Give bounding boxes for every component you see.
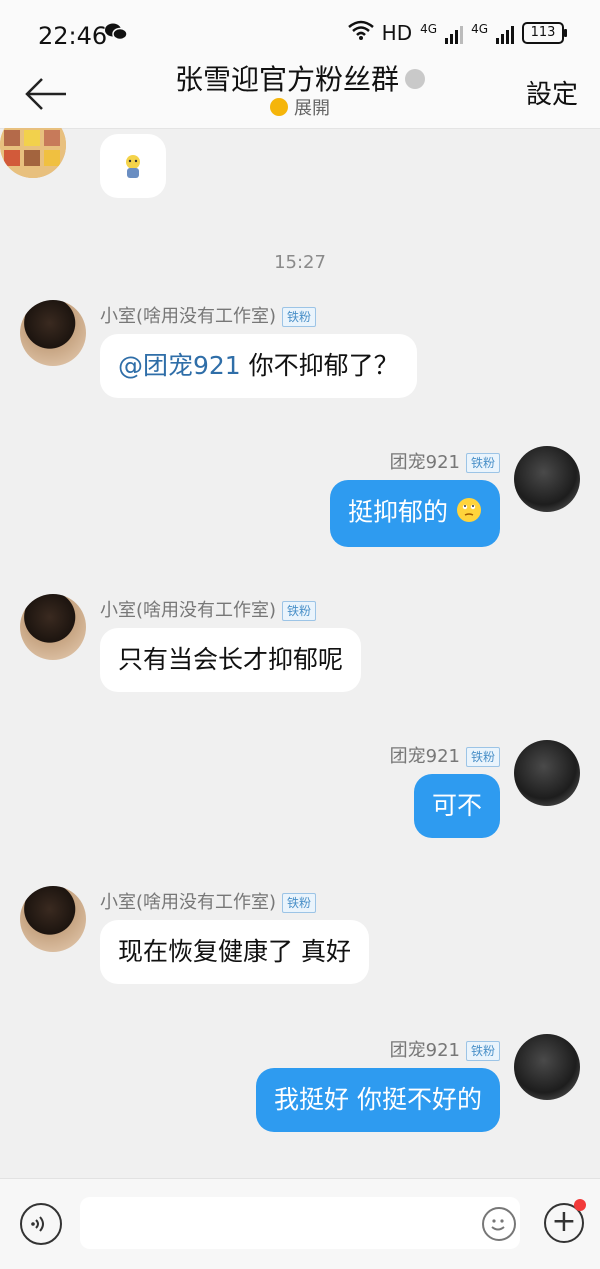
input-bar: + [0,1178,600,1269]
status-bar: 22:46 HD 4G 4G 113 [0,0,600,62]
message-text: 你不抑郁了？ [240,351,399,380]
battery-icon: 113 [522,21,567,44]
sender-name: 小室(啥用没有工作室) 铁粉 [100,596,317,622]
sender-name: 团宠921 铁粉 [390,742,500,768]
sender-name: 小室(啥用没有工作室) 铁粉 [100,888,317,914]
fan-badge: 铁粉 [465,453,500,473]
group-title-text: 张雪迎官方粉丝群 [174,63,399,96]
message-bubble[interactable]: 现在恢复健康了 真好 [100,920,369,984]
hd-label: HD [381,20,413,45]
status-time: 22:46 [38,22,108,50]
expand-label: 展開 [294,98,330,119]
group-title: 张雪迎官方粉丝群 [0,58,600,98]
message-text: 现在恢复健康了 真好 [118,937,351,966]
expand-icon [270,98,288,116]
sender-name: 小室(啥用没有工作室) 铁粉 [100,302,317,328]
chat-header: 张雪迎官方粉丝群 展開 設定 [0,62,600,129]
network-label-1: 4G [420,21,438,36]
message-list[interactable]: 15:27 小室(啥用没有工作室) 铁粉 @团宠921 你不抑郁了？ 团宠921 铁… [0,128,600,1178]
message-input[interactable] [80,1197,520,1249]
sender-name-text: 小室(啥用没有工作室) [100,892,277,913]
fan-badge: 铁粉 [465,747,500,767]
fan-badge: 铁粉 [282,601,317,621]
settings-button[interactable]: 設定 [526,74,578,111]
voice-icon[interactable] [20,1203,62,1245]
message-bubble[interactable]: 可不 [413,774,500,838]
message-bubble[interactable]: 挺抑郁的 [330,480,500,547]
avatar[interactable] [0,128,66,178]
verified-icon [405,69,425,89]
avatar[interactable] [514,740,580,806]
fan-badge: 铁粉 [282,893,317,913]
sender-name-text: 团宠921 [389,452,460,473]
sender-name-text: 团宠921 [389,746,460,767]
notification-dot [574,1199,586,1211]
sender-name-text: 小室(啥用没有工作室) [100,600,277,621]
message-timestamp: 15:27 [274,252,326,273]
message-text: 可不 [431,791,482,820]
signal-icon-2 [496,22,514,44]
message-text: 我挺好 你挺不好的 [274,1085,482,1114]
avatar[interactable] [514,1034,580,1100]
avatar[interactable] [514,446,580,512]
sender-name: 团宠921 铁粉 [390,1036,500,1062]
sticker-icon [118,155,148,187]
network-label-2: 4G [471,21,488,36]
message-bubble[interactable]: @团宠921 你不抑郁了？ [100,334,417,398]
sender-name: 团宠921 铁粉 [390,448,500,474]
sender-name-text: 团宠921 [389,1040,460,1061]
signal-icon-1 [445,22,464,44]
avatar[interactable] [20,886,86,952]
emoji-icon[interactable] [482,1207,516,1241]
avatar[interactable] [20,594,86,660]
avatar[interactable] [20,300,86,366]
message-bubble[interactable]: 只有当会长才抑郁呢 [100,628,362,692]
sticker-message[interactable] [100,134,166,198]
sender-name-text: 小室(啥用没有工作室) [100,306,277,327]
message-text: 挺抑郁的 [348,497,449,527]
message-text: 只有当会长才抑郁呢 [118,645,344,674]
fan-badge: 铁粉 [282,307,317,327]
emoji-icon [456,497,482,530]
message-bubble[interactable]: 我挺好 你挺不好的 [256,1068,500,1132]
expand-button[interactable]: 展開 [0,94,600,120]
wifi-icon [347,20,374,45]
wechat-icon [104,22,128,46]
mention-link[interactable]: @团宠921 [118,351,241,380]
fan-badge: 铁粉 [465,1041,500,1061]
